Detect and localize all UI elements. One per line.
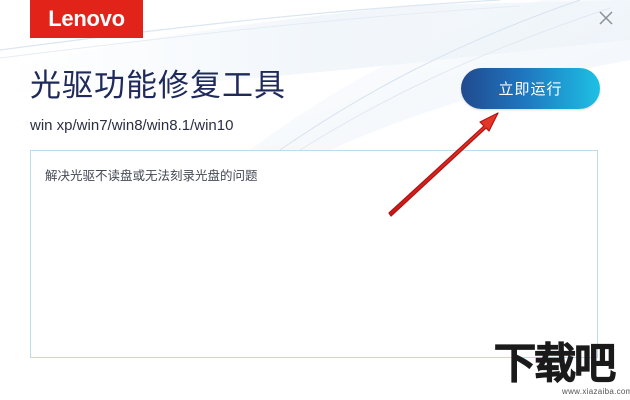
app-window: Lenovo 光驱功能修复工具 win xp/win7/win8/win8.1/… [0,0,630,400]
watermark-logo: 下载吧 [493,339,616,388]
supported-os-label: win xp/win7/win8/win8.1/win10 [30,117,234,134]
watermark-url: www.xiazaiba.com [562,387,630,396]
watermark: 下载吧 www.xiazaiba.com [488,339,630,400]
close-icon[interactable] [596,8,616,28]
app-title: 光驱功能修复工具 [30,68,286,104]
description-text: 解决光驱不读盘或无法刻录光盘的问题 [45,168,258,183]
description-panel: 解决光驱不读盘或无法刻录光盘的问题 [30,150,598,358]
run-now-button[interactable]: 立即运行 [461,68,600,109]
lenovo-logo: Lenovo [30,0,143,38]
